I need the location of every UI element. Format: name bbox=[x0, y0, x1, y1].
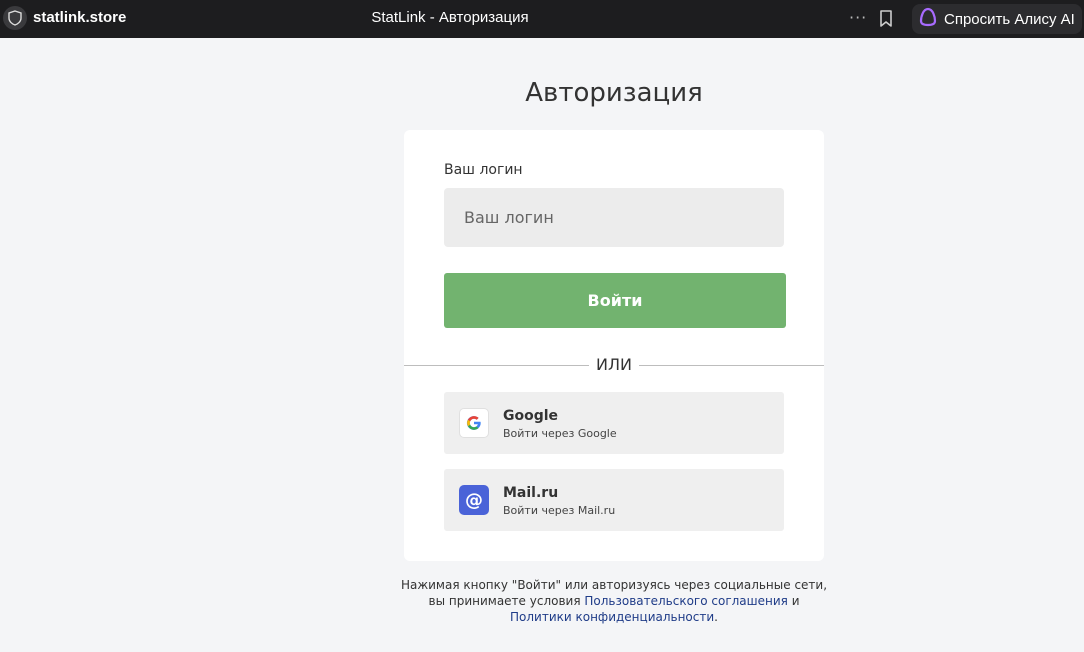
ask-alice-label: Спросить Алису AI bbox=[944, 10, 1075, 28]
mailru-login-subtitle: Войти через Mail.ru bbox=[503, 504, 616, 517]
privacy-policy-link[interactable]: Политики конфиденциальности bbox=[510, 610, 714, 624]
google-login-button[interactable]: Google Войти через Google bbox=[444, 392, 784, 454]
google-login-subtitle: Войти через Google bbox=[503, 427, 617, 440]
login-submit-button[interactable]: Войти bbox=[444, 273, 786, 328]
mailru-login-button[interactable]: @ Mail.ru Войти через Mail.ru bbox=[444, 469, 784, 531]
bookmark-icon[interactable] bbox=[879, 10, 893, 32]
login-card: Ваш логин Войти ИЛИ Google Войти через G… bbox=[404, 130, 824, 561]
google-icon bbox=[459, 408, 489, 438]
mailru-login-name: Mail.ru bbox=[503, 485, 559, 501]
page-title: Авторизация bbox=[525, 78, 703, 108]
browser-toolbar: statlink.store StatLink - Авторизация ··… bbox=[0, 0, 1084, 38]
terms-line-2-prefix: вы принимаете условия bbox=[428, 594, 585, 608]
terms-end: . bbox=[714, 610, 718, 624]
google-login-name: Google bbox=[503, 408, 559, 424]
mailru-at-icon: @ bbox=[459, 485, 489, 515]
login-input[interactable] bbox=[444, 188, 784, 247]
terms-notice: Нажимая кнопку "Войти" или авторизуясь ч… bbox=[384, 577, 844, 625]
user-agreement-link[interactable]: Пользовательского соглашения bbox=[584, 594, 788, 608]
ask-alice-button[interactable]: Спросить Алису AI bbox=[912, 4, 1082, 34]
terms-and: и bbox=[787, 594, 800, 608]
more-menu-icon[interactable]: ··· bbox=[849, 8, 867, 27]
terms-line-1: Нажимая кнопку "Войти" или авторизуясь ч… bbox=[400, 578, 828, 592]
alice-icon bbox=[918, 7, 938, 31]
tab-title: StatLink - Авторизация bbox=[371, 9, 529, 26]
login-label: Ваш логин bbox=[444, 162, 523, 178]
or-separator: ИЛИ bbox=[589, 355, 639, 374]
